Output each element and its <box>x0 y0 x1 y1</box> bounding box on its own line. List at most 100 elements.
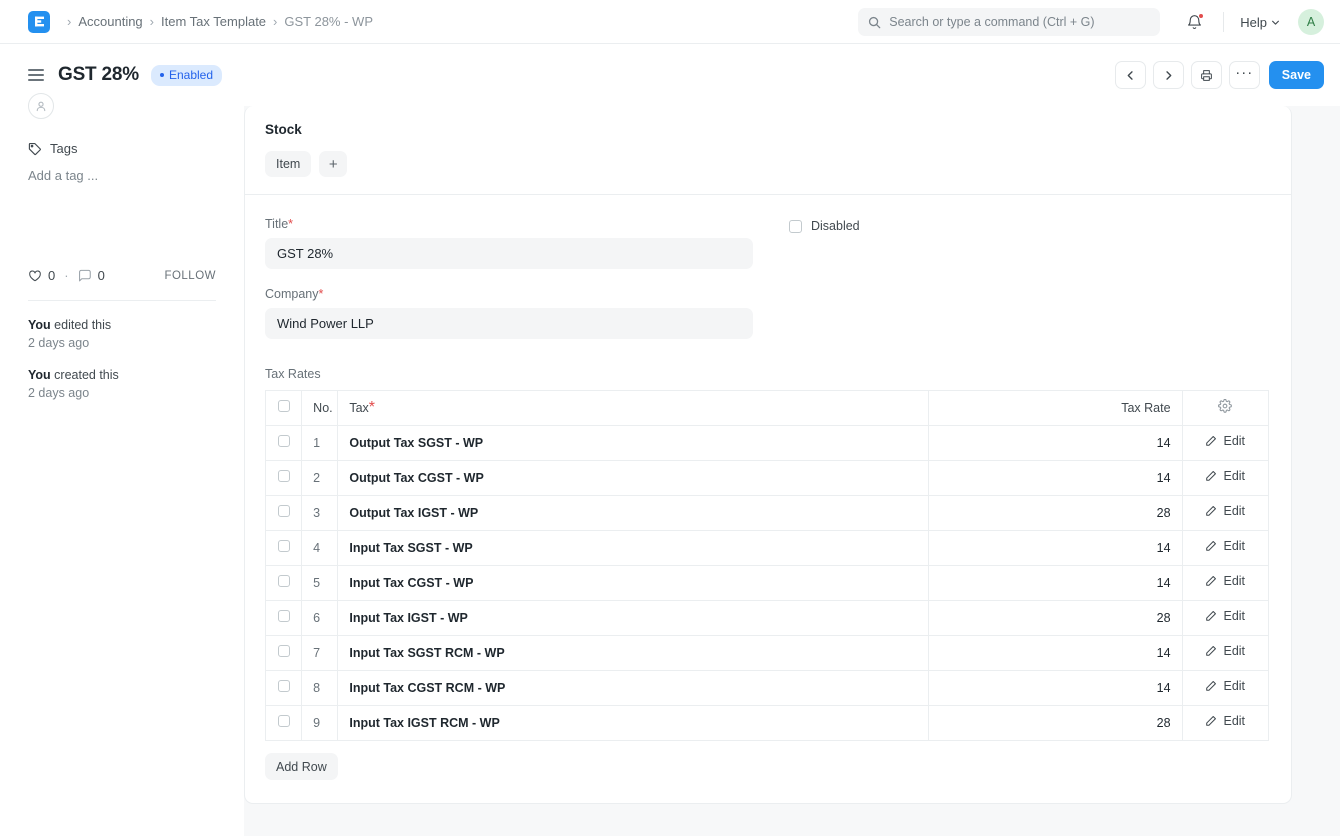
row-tax-cell[interactable]: Input Tax CGST - WP <box>337 565 930 601</box>
row-tax-cell[interactable]: Output Tax SGST - WP <box>337 425 930 461</box>
row-tax-cell[interactable]: Input Tax IGST - WP <box>337 600 930 636</box>
row-tax-rate: 14 <box>1156 576 1171 590</box>
row-tax-rate-cell[interactable]: 14 <box>928 425 1183 461</box>
row-tax-name: Output Tax IGST - WP <box>349 506 479 520</box>
breadcrumb-item-accounting[interactable]: Accounting <box>78 14 142 29</box>
edit-row-button[interactable]: Edit <box>1205 504 1245 518</box>
row-select-cell[interactable] <box>265 670 303 706</box>
edit-row-button[interactable]: Edit <box>1205 714 1245 728</box>
search-box[interactable] <box>858 8 1161 36</box>
save-button[interactable]: Save <box>1268 61 1324 89</box>
row-edit-cell[interactable]: Edit <box>1182 495 1269 531</box>
row-checkbox[interactable] <box>277 435 290 447</box>
row-checkbox[interactable] <box>277 610 290 622</box>
row-select-cell[interactable] <box>265 530 303 566</box>
add-row-button[interactable]: Add Row <box>265 753 338 780</box>
add-tag-input[interactable]: Add a tag ... <box>28 168 216 183</box>
row-select-cell[interactable] <box>265 705 303 741</box>
row-checkbox[interactable] <box>277 715 290 727</box>
company-label-text: Company <box>265 287 319 301</box>
row-edit-cell[interactable]: Edit <box>1182 600 1269 636</box>
title-input[interactable] <box>265 238 753 269</box>
avatar-placeholder-icon[interactable] <box>28 93 54 119</box>
column-header-settings[interactable] <box>1182 390 1269 426</box>
row-tax-cell[interactable]: Output Tax IGST - WP <box>337 495 930 531</box>
row-select-cell[interactable] <box>265 635 303 671</box>
row-tax-rate-cell[interactable]: 14 <box>928 635 1183 671</box>
disabled-checkbox-row[interactable]: Disabled <box>789 219 860 233</box>
column-header-tax-label: Tax <box>349 401 369 415</box>
edit-row-button[interactable]: Edit <box>1205 574 1245 588</box>
edit-row-button[interactable]: Edit <box>1205 644 1245 658</box>
add-chip-button[interactable]: + <box>319 151 348 177</box>
row-tax-cell[interactable]: Input Tax CGST RCM - WP <box>337 670 930 706</box>
gear-icon[interactable] <box>1218 398 1233 413</box>
row-tax-rate-cell[interactable]: 28 <box>928 600 1183 636</box>
row-select-cell[interactable] <box>265 460 303 496</box>
previous-document-button[interactable] <box>1114 61 1146 89</box>
hamburger-icon[interactable] <box>28 69 44 81</box>
select-all-checkbox[interactable] <box>277 400 290 412</box>
tag-icon <box>28 142 42 156</box>
help-menu[interactable]: Help <box>1240 15 1280 30</box>
row-tax-rate-cell[interactable]: 14 <box>928 460 1183 496</box>
required-asterisk: * <box>318 287 324 301</box>
print-button[interactable] <box>1190 61 1222 89</box>
row-edit-cell[interactable]: Edit <box>1182 460 1269 496</box>
comment-button[interactable]: 0 <box>78 268 105 283</box>
follow-button[interactable]: FOLLOW <box>164 270 216 282</box>
erpnext-logo-icon[interactable] <box>28 10 50 33</box>
chevron-right-icon <box>1163 70 1174 81</box>
row-tax-cell[interactable]: Input Tax SGST - WP <box>337 530 930 566</box>
search-input[interactable] <box>889 15 1151 29</box>
chip-item[interactable]: Item <box>265 151 312 177</box>
edit-row-button[interactable]: Edit <box>1205 679 1245 693</box>
row-tax-rate-cell[interactable]: 28 <box>928 495 1183 531</box>
row-tax-cell[interactable]: Output Tax CGST - WP <box>337 460 930 496</box>
like-button[interactable]: 0 <box>28 268 55 283</box>
row-tax-rate-cell[interactable]: 14 <box>928 530 1183 566</box>
row-tax-rate: 28 <box>1156 506 1171 520</box>
edit-row-label: Edit <box>1223 539 1246 553</box>
disabled-checkbox[interactable] <box>789 219 802 233</box>
column-header-tax: Tax* <box>337 390 930 426</box>
row-checkbox[interactable] <box>277 645 290 657</box>
row-tax-cell[interactable]: Input Tax SGST RCM - WP <box>337 635 930 671</box>
row-checkbox[interactable] <box>277 540 290 552</box>
row-edit-cell[interactable]: Edit <box>1182 670 1269 706</box>
breadcrumb-item-item-tax-template[interactable]: Item Tax Template <box>161 14 266 29</box>
row-tax-rate-cell[interactable]: 14 <box>928 670 1183 706</box>
row-checkbox[interactable] <box>277 505 290 517</box>
row-select-cell[interactable] <box>265 565 303 601</box>
avatar[interactable]: A <box>1298 9 1324 35</box>
edit-row-button[interactable]: Edit <box>1205 434 1245 448</box>
edit-row-label: Edit <box>1223 469 1246 483</box>
edit-row-button[interactable]: Edit <box>1205 539 1245 553</box>
row-select-cell[interactable] <box>265 600 303 636</box>
row-tax-name: Output Tax SGST - WP <box>349 436 484 450</box>
notifications-button[interactable] <box>1182 10 1207 35</box>
breadcrumb-item-current[interactable]: GST 28% - WP <box>284 14 373 29</box>
company-input[interactable] <box>265 308 753 339</box>
next-document-button[interactable] <box>1152 61 1184 89</box>
row-edit-cell[interactable]: Edit <box>1182 706 1268 741</box>
edit-row-button[interactable]: Edit <box>1205 609 1245 623</box>
row-checkbox[interactable] <box>277 470 290 482</box>
row-edit-cell[interactable]: Edit <box>1182 635 1269 671</box>
row-edit-cell[interactable]: Edit <box>1182 425 1269 461</box>
row-checkbox[interactable] <box>277 680 290 692</box>
row-tax-rate-cell[interactable]: 28 <box>928 705 1183 741</box>
like-count: 0 <box>48 268 56 283</box>
row-select-cell[interactable] <box>265 495 303 531</box>
row-select-cell[interactable] <box>265 425 303 461</box>
row-checkbox[interactable] <box>277 575 290 587</box>
row-edit-cell[interactable]: Edit <box>1182 565 1269 601</box>
row-number: 2 <box>313 471 321 485</box>
row-tax-rate-cell[interactable]: 14 <box>928 565 1183 601</box>
edit-row-button[interactable]: Edit <box>1205 469 1245 483</box>
row-edit-cell[interactable]: Edit <box>1182 530 1269 566</box>
more-options-button[interactable]: ··· <box>1228 61 1260 89</box>
select-all-header[interactable] <box>265 390 303 426</box>
edit-row-label: Edit <box>1223 644 1246 658</box>
row-tax-cell[interactable]: Input Tax IGST RCM - WP <box>337 705 930 741</box>
